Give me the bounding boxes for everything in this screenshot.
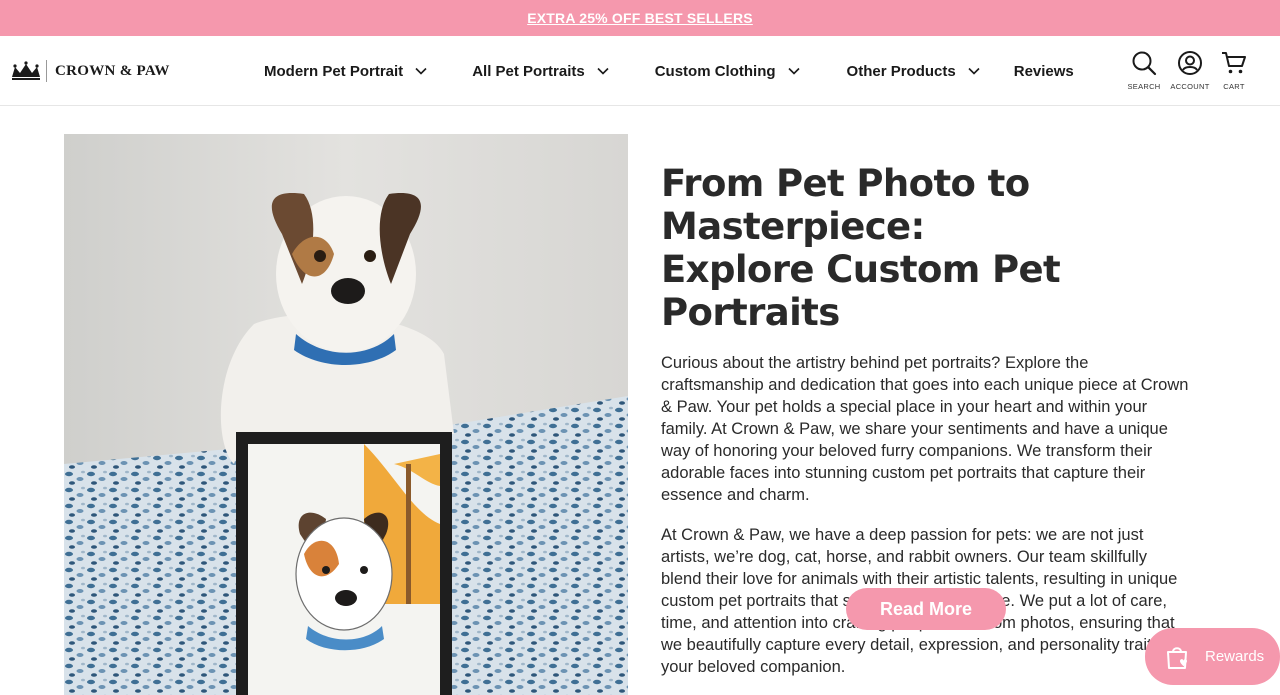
nav-item-reviews[interactable]: Reviews [1014,63,1074,80]
cart-label: CART [1223,82,1245,91]
intro-paragraph: Curious about the artistry behind pet po… [661,354,1189,504]
cart-icon [1222,52,1246,74]
nav-item-label: All Pet Portraits [472,62,585,80]
brand-name: CROWN & PAW [55,62,170,79]
account-icon [1178,51,1202,75]
promo-link[interactable]: EXTRA 25% OFF BEST SELLERS [527,10,753,26]
account-label: ACCOUNT [1170,82,1210,91]
nav-item-modern-pet-portrait[interactable]: Modern Pet Portrait [264,63,427,80]
nav-item-label: Other Products [846,62,956,80]
rewards-button[interactable]: Rewards [1145,628,1280,685]
cart-button[interactable]: CART [1212,50,1256,96]
site-header: CROWN & PAW Modern Pet Portrait All Pet … [0,36,1280,106]
search-label: SEARCH [1127,82,1161,91]
chevron-down-icon [597,67,609,75]
main-nav: Modern Pet Portrait All Pet Portraits Cu… [264,36,1074,106]
account-button[interactable]: ACCOUNT [1168,50,1212,96]
nav-item-label: Reviews [1013,62,1074,80]
dog-photo-illustration [64,134,628,695]
search-icon [1132,51,1157,76]
nav-item-custom-clothing[interactable]: Custom Clothing [655,63,800,80]
nav-item-label: Custom Clothing [654,62,776,80]
headline-line-2: Explore Custom Pet Portraits [661,248,1061,334]
promo-bar: EXTRA 25% OFF BEST SELLERS [0,0,1280,36]
chevron-down-icon [415,67,427,75]
hero-image [64,134,628,695]
headline-line-1: From Pet Photo to Masterpiece: [661,162,1030,248]
chevron-down-icon [787,67,800,75]
rewards-bag-icon [1167,646,1187,669]
rewards-label: Rewards [1205,648,1265,665]
read-more-button[interactable]: Read More [846,588,1006,630]
brand-logo[interactable]: CROWN & PAW [10,56,170,86]
logo-divider [46,60,47,82]
search-button[interactable]: SEARCH [1122,50,1166,96]
chevron-down-icon [968,67,980,75]
crown-icon [12,61,40,80]
nav-item-label: Modern Pet Portrait [264,62,404,80]
nav-item-all-pet-portraits[interactable]: All Pet Portraits [472,63,609,80]
nav-item-other-products[interactable]: Other Products [847,63,980,80]
page-title: From Pet Photo to Masterpiece: Explore C… [661,162,1201,334]
